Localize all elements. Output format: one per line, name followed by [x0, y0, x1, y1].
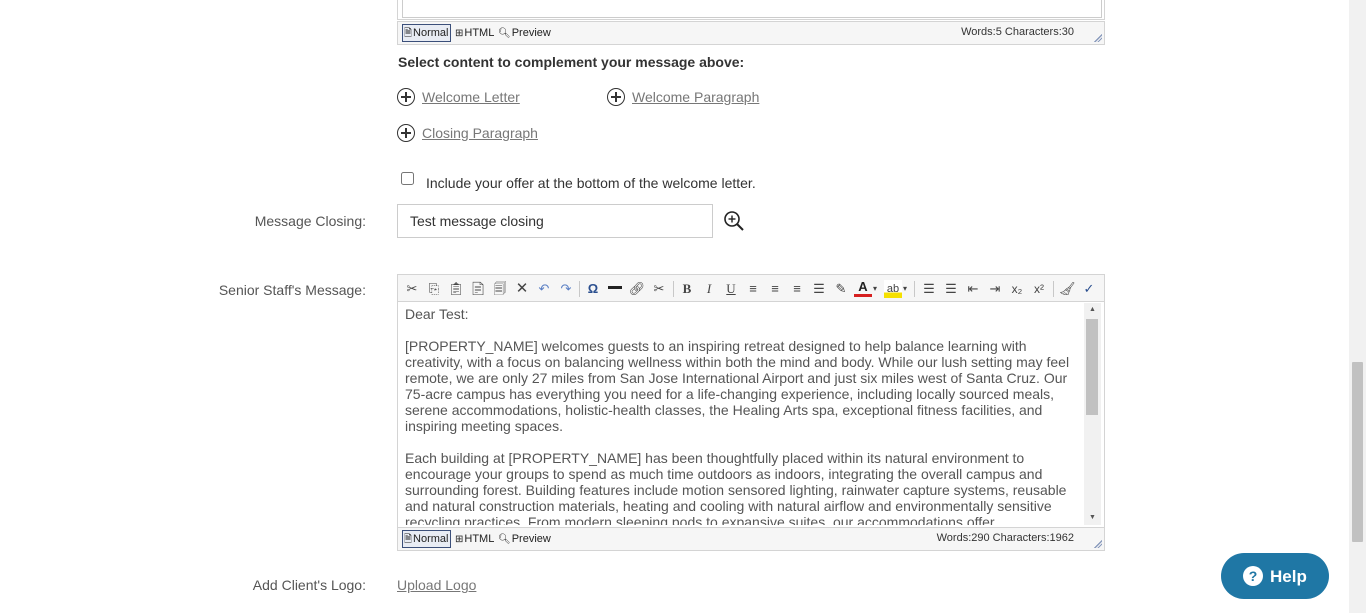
editor-scroll-thumb[interactable] — [1086, 319, 1098, 415]
align-center-icon[interactable]: ≡ — [766, 280, 784, 298]
help-button[interactable]: ? Help — [1221, 553, 1329, 599]
normal-mode-icon: 🗎 — [404, 28, 413, 39]
upload-logo-link[interactable]: Upload Logo — [397, 577, 476, 593]
chevron-down-icon[interactable]: ▾ — [870, 280, 880, 298]
underline-icon[interactable]: U — [722, 280, 740, 298]
outdent-icon[interactable]: ⇤ — [964, 280, 982, 298]
top-word-counter: Words:5 Characters:30 — [961, 26, 1074, 38]
html-mode-icon: ⊞ — [455, 28, 464, 39]
page-scroll-thumb[interactable] — [1352, 362, 1363, 542]
include-offer-checkbox[interactable] — [401, 172, 414, 185]
closing-paragraph-link[interactable]: Closing Paragraph — [422, 125, 538, 141]
top-mode-html-tab[interactable]: ⊞HTML — [455, 25, 494, 41]
numbered-list-icon[interactable]: ☰ — [920, 280, 938, 298]
align-left-icon[interactable]: ≡ — [744, 280, 762, 298]
spell-check-icon[interactable]: ✓ — [1080, 280, 1098, 298]
letter-paragraph: [PROPERTY_NAME] welcomes guests to an in… — [405, 338, 1070, 434]
remove-format-x-icon[interactable]: ✕ — [513, 280, 531, 298]
senior-mode-html-tab[interactable]: ⊞HTML — [455, 531, 494, 547]
add-circle-icon[interactable] — [397, 124, 415, 142]
senior-word-counter: Words:290 Characters:1962 — [936, 532, 1074, 544]
add-circle-icon[interactable] — [607, 88, 625, 106]
senior-mode-preview-tab[interactable]: 🔍︎Preview — [498, 531, 551, 547]
paste-text-icon[interactable]: 📄︎ — [469, 280, 487, 298]
senior-staff-message-label: Senior Staff's Message: — [218, 282, 366, 298]
align-justify-icon[interactable]: ☰ — [810, 280, 828, 298]
scroll-up-arrow-icon[interactable]: ▲ — [1084, 303, 1101, 317]
align-right-icon[interactable]: ≡ — [788, 280, 806, 298]
copy-icon[interactable]: ⎘ — [425, 280, 443, 298]
eraser-icon[interactable]: ✎ — [832, 280, 850, 298]
format-painter-icon[interactable]: 🧹︎ — [1058, 280, 1076, 298]
top-mode-normal-tab[interactable]: 🗎Normal — [402, 24, 451, 42]
italic-icon[interactable]: I — [700, 280, 718, 298]
bullet-list-icon[interactable]: ☰ — [942, 280, 960, 298]
top-mode-preview-tab[interactable]: 🔍︎Preview — [498, 25, 551, 41]
top-editor-status-bar: 🗎Normal ⊞HTML 🔍︎Preview Words:5 Characte… — [397, 21, 1105, 45]
scroll-down-arrow-icon[interactable]: ▼ — [1084, 511, 1101, 525]
special-char-omega-icon[interactable]: Ω — [584, 280, 602, 298]
paste-word-icon[interactable]: 🗐︎ — [491, 280, 509, 298]
welcome-letter-link[interactable]: Welcome Letter — [422, 89, 520, 105]
editor-toolbar: ✂ ⎘ 📋︎ 📄︎ 🗐︎ ✕ ↶ ↷ Ω 🔗︎ ✂ B I U ≡ ≡ ≡ ☰ … — [397, 274, 1105, 302]
message-closing-label: Message Closing: — [254, 213, 366, 229]
resize-grip-icon[interactable] — [1094, 540, 1102, 548]
subscript-icon[interactable]: x₂ — [1008, 280, 1026, 298]
editor-scrollbar[interactable]: ▲ ▼ — [1084, 303, 1101, 525]
preview-magnifier-icon: 🔍︎ — [498, 534, 511, 545]
message-closing-input[interactable] — [397, 204, 713, 238]
horizontal-rule-icon[interactable] — [606, 280, 624, 298]
top-editor-body-edge[interactable] — [397, 0, 1105, 20]
add-circle-icon[interactable] — [397, 88, 415, 106]
undo-icon[interactable]: ↶ — [535, 280, 553, 298]
link-icon[interactable]: 🔗︎ — [628, 280, 646, 298]
senior-mode-normal-tab[interactable]: 🗎Normal — [402, 530, 451, 548]
html-mode-icon: ⊞ — [455, 534, 464, 545]
paste-icon[interactable]: 📋︎ — [447, 280, 465, 298]
zoom-in-icon[interactable] — [723, 209, 745, 233]
letter-greeting: Dear Test: — [405, 306, 469, 322]
preview-magnifier-icon: 🔍︎ — [498, 28, 511, 39]
complement-heading: Select content to complement your messag… — [398, 54, 745, 70]
client-logo-label: Add Client's Logo: — [252, 577, 366, 593]
unlink-icon[interactable]: ✂ — [650, 280, 668, 298]
redo-icon[interactable]: ↷ — [557, 280, 575, 298]
welcome-paragraph-link[interactable]: Welcome Paragraph — [632, 89, 759, 105]
bold-icon[interactable]: B — [678, 280, 696, 298]
question-mark-icon: ? — [1243, 566, 1263, 586]
senior-editor-status-bar: 🗎Normal ⊞HTML 🔍︎Preview Words:290 Charac… — [397, 527, 1105, 551]
senior-staff-editor[interactable]: Dear Test: [PROPERTY_NAME] welcomes gues… — [401, 303, 1083, 525]
superscript-icon[interactable]: x² — [1030, 280, 1048, 298]
cut-icon[interactable]: ✂ — [403, 280, 421, 298]
resize-grip-icon[interactable] — [1094, 34, 1102, 42]
include-offer-label: Include your offer at the bottom of the … — [426, 175, 756, 191]
page-scrollbar[interactable] — [1349, 0, 1366, 613]
normal-mode-icon: 🗎 — [404, 534, 413, 545]
help-button-label: Help — [1270, 567, 1307, 586]
indent-icon[interactable]: ⇥ — [986, 280, 1004, 298]
chevron-down-icon[interactable]: ▾ — [900, 280, 910, 298]
letter-paragraph: Each building at [PROPERTY_NAME] has bee… — [405, 450, 1067, 525]
